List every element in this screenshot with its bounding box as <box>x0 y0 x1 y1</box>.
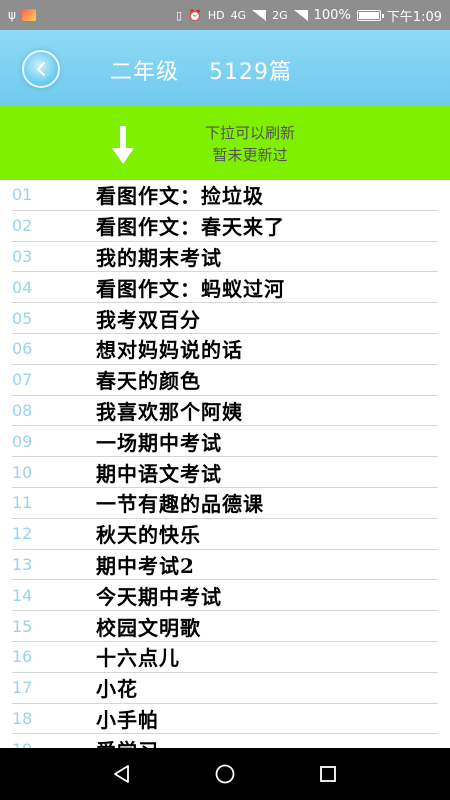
status-bar: ψ ▯ ⏰ HD 4G 2G 100% 下午1:09 <box>0 0 450 30</box>
item-number: 04 <box>12 277 33 297</box>
nav-recents-button[interactable] <box>313 759 343 789</box>
item-title: 一场期中考试 <box>96 430 222 455</box>
circle-home-icon <box>215 764 235 784</box>
arrow-down-icon <box>112 126 134 164</box>
list-item[interactable]: 16 十六点儿 <box>12 642 438 673</box>
app-notification-icon <box>21 9 36 21</box>
item-title: 今天期中考试 <box>96 584 222 609</box>
item-title: 看图作文：春天来了 <box>96 215 285 240</box>
pull-to-refresh-banner[interactable]: 下拉可以刷新 暂未更新过 <box>0 106 450 180</box>
item-title: 春天的颜色 <box>96 369 201 394</box>
list-item[interactable]: 06 想对妈妈说的话 <box>12 334 438 365</box>
item-title: 期中考试2 <box>96 553 195 578</box>
item-title: 我的期末考试 <box>96 245 222 270</box>
item-number: 08 <box>12 400 33 420</box>
page-title: 二年级 5129篇 <box>110 54 292 86</box>
item-title: 十六点儿 <box>96 646 180 671</box>
list-item[interactable]: 04 看图作文：蚂蚁过河 <box>12 272 438 304</box>
status-right: ▯ ⏰ HD 4G 2G 100% 下午1:09 <box>176 6 442 25</box>
item-title: 秋天的快乐 <box>96 523 201 548</box>
list-item[interactable]: 01 看图作文：捡垃圾 <box>12 180 438 211</box>
list-item[interactable]: 11 一节有趣的品德课 <box>12 488 438 519</box>
list-item[interactable]: 08 我喜欢那个阿姨 <box>12 396 438 427</box>
list-item[interactable]: 09 一场期中考试 <box>12 426 438 458</box>
grade-label: 二年级 <box>110 60 180 85</box>
header: 二年级 5129篇 <box>0 30 450 106</box>
item-title: 期中语文考试 <box>96 461 222 486</box>
item-number: 14 <box>12 585 33 605</box>
item-number: 06 <box>12 339 33 359</box>
item-title: 一节有趣的品德课 <box>96 492 264 517</box>
item-title: 想对妈妈说的话 <box>96 338 243 363</box>
hd-indicator: HD <box>207 8 225 22</box>
item-number: 18 <box>12 708 33 728</box>
list-item[interactable]: 19 爱学习 <box>12 734 438 748</box>
vibrate-icon: ▯ <box>176 8 183 22</box>
nav-home-button[interactable] <box>210 759 240 789</box>
article-list[interactable]: 01 看图作文：捡垃圾 02 看图作文：春天来了 03 我的期末考试 04 看图作文：蚂蚁过河… <box>0 180 450 748</box>
item-number: 03 <box>12 246 33 266</box>
item-number: 10 <box>12 462 33 482</box>
item-number: 17 <box>12 678 33 698</box>
navigation-bar <box>0 748 450 800</box>
list-item[interactable]: 13 期中考试2 <box>12 550 438 581</box>
clock: 下午1:09 <box>386 9 442 25</box>
4g-indicator: 4G <box>230 8 247 22</box>
battery-percent: 100% <box>313 7 351 23</box>
signal-icon-2 <box>293 9 308 21</box>
usb-icon: ψ <box>8 8 16 22</box>
alarm-icon: ⏰ <box>188 8 202 22</box>
item-title: 爱学习 <box>96 735 159 748</box>
item-number: 02 <box>12 216 33 236</box>
nav-back-button[interactable] <box>107 759 137 789</box>
item-number: 05 <box>12 308 33 328</box>
list-item[interactable]: 14 今天期中考试 <box>12 580 438 612</box>
list-item[interactable]: 15 校园文明歌 <box>12 611 438 642</box>
item-number: 13 <box>12 554 33 574</box>
article-count: 5129篇 <box>209 60 293 85</box>
list-item[interactable]: 18 小手帕 <box>12 704 438 735</box>
item-number: 09 <box>12 431 33 451</box>
refresh-hint-line2: 暂未更新过 <box>212 146 288 164</box>
item-number: 01 <box>12 185 33 205</box>
item-number: 11 <box>12 493 33 513</box>
item-number: 19 <box>12 740 32 748</box>
battery-icon <box>356 9 384 21</box>
list-item[interactable]: 12 秋天的快乐 <box>12 519 438 550</box>
item-title: 看图作文：蚂蚁过河 <box>96 276 285 301</box>
list-item[interactable]: 03 我的期末考试 <box>12 242 438 273</box>
triangle-back-icon <box>113 765 129 783</box>
refresh-hint: 下拉可以刷新 暂未更新过 <box>180 122 320 166</box>
2g-indicator: 2G <box>272 8 288 22</box>
item-title: 小花 <box>96 677 138 702</box>
item-title: 我考双百分 <box>96 307 201 332</box>
list-item[interactable]: 02 看图作文：春天来了 <box>12 211 438 242</box>
refresh-hint-line1: 下拉可以刷新 <box>204 124 295 142</box>
chevron-left-icon <box>36 61 46 77</box>
square-recents-icon <box>320 766 337 782</box>
list-item[interactable]: 05 我考双百分 <box>12 303 438 334</box>
list-item[interactable]: 07 春天的颜色 <box>12 365 438 396</box>
back-button[interactable] <box>22 50 60 88</box>
signal-icon <box>252 9 267 21</box>
item-number: 12 <box>12 524 33 544</box>
item-number: 15 <box>12 616 33 636</box>
item-title: 校园文明歌 <box>96 615 201 640</box>
list-item[interactable]: 10 期中语文考试 <box>12 457 438 488</box>
item-number: 07 <box>12 370 33 390</box>
item-title: 我喜欢那个阿姨 <box>96 399 243 424</box>
status-left: ψ <box>8 8 36 22</box>
item-title: 小手帕 <box>96 707 159 732</box>
item-number: 16 <box>12 647 33 667</box>
item-title: 看图作文：捡垃圾 <box>96 184 264 209</box>
list-item[interactable]: 17 小花 <box>12 673 438 704</box>
